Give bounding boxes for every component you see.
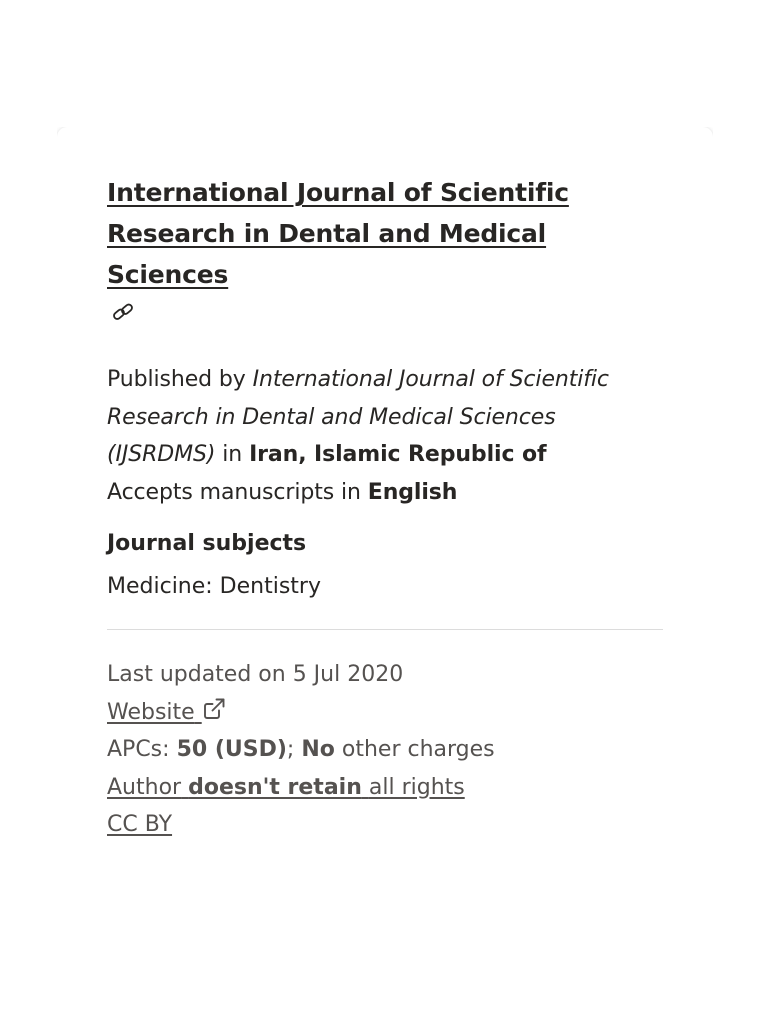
author-rights-line: Author doesn't retain all rights — [107, 769, 667, 807]
website-link-label: Website — [107, 699, 195, 725]
journal-title-link[interactable]: International Journal of Scientific Rese… — [107, 172, 667, 295]
apcs-label: APCs: — [107, 737, 170, 762]
journal-card: International Journal of Scientific Rese… — [57, 127, 713, 860]
author-rights-suffix: all rights — [368, 774, 465, 800]
published-by-label: Published by — [107, 367, 246, 392]
author-rights-prefix: Author — [107, 774, 182, 800]
website-link[interactable]: Website — [107, 698, 226, 725]
journal-card-content: International Journal of Scientific Rese… — [107, 172, 667, 844]
manuscript-language: English — [367, 479, 458, 505]
author-rights-bold: doesn't retain — [188, 774, 362, 800]
link-icon[interactable] — [111, 301, 137, 325]
license-link[interactable]: CC BY — [107, 812, 172, 837]
last-updated: Last updated on 5 Jul 2020 — [107, 662, 404, 687]
publisher-info: Published by International Journal of Sc… — [107, 361, 667, 511]
journal-card-container: International Journal of Scientific Rese… — [57, 127, 713, 860]
publisher-country: Iran, Islamic Republic of — [249, 442, 547, 467]
apcs-separator: ; — [286, 737, 295, 762]
divider — [107, 629, 663, 630]
license-line: CC BY — [107, 806, 667, 844]
apcs-amount: 50 (USD) — [176, 737, 287, 762]
other-charges-label: other charges — [341, 737, 495, 762]
publisher-in-label: in — [222, 442, 243, 467]
manuscripts-label: Accepts manuscripts in — [107, 479, 361, 505]
other-charges-value: No — [301, 737, 335, 762]
journal-subject: Medicine: Dentistry — [107, 574, 321, 599]
journal-meta: Last updated on 5 Jul 2020 Website APCs:… — [107, 656, 667, 844]
journal-subjects-heading: Journal subjects — [107, 531, 307, 556]
external-link-icon — [202, 696, 226, 720]
website-line: Website — [107, 694, 667, 732]
author-rights-link[interactable]: Author doesn't retain all rights — [107, 775, 465, 800]
apcs-line: APCs: 50 (USD); No other charges — [107, 731, 667, 769]
